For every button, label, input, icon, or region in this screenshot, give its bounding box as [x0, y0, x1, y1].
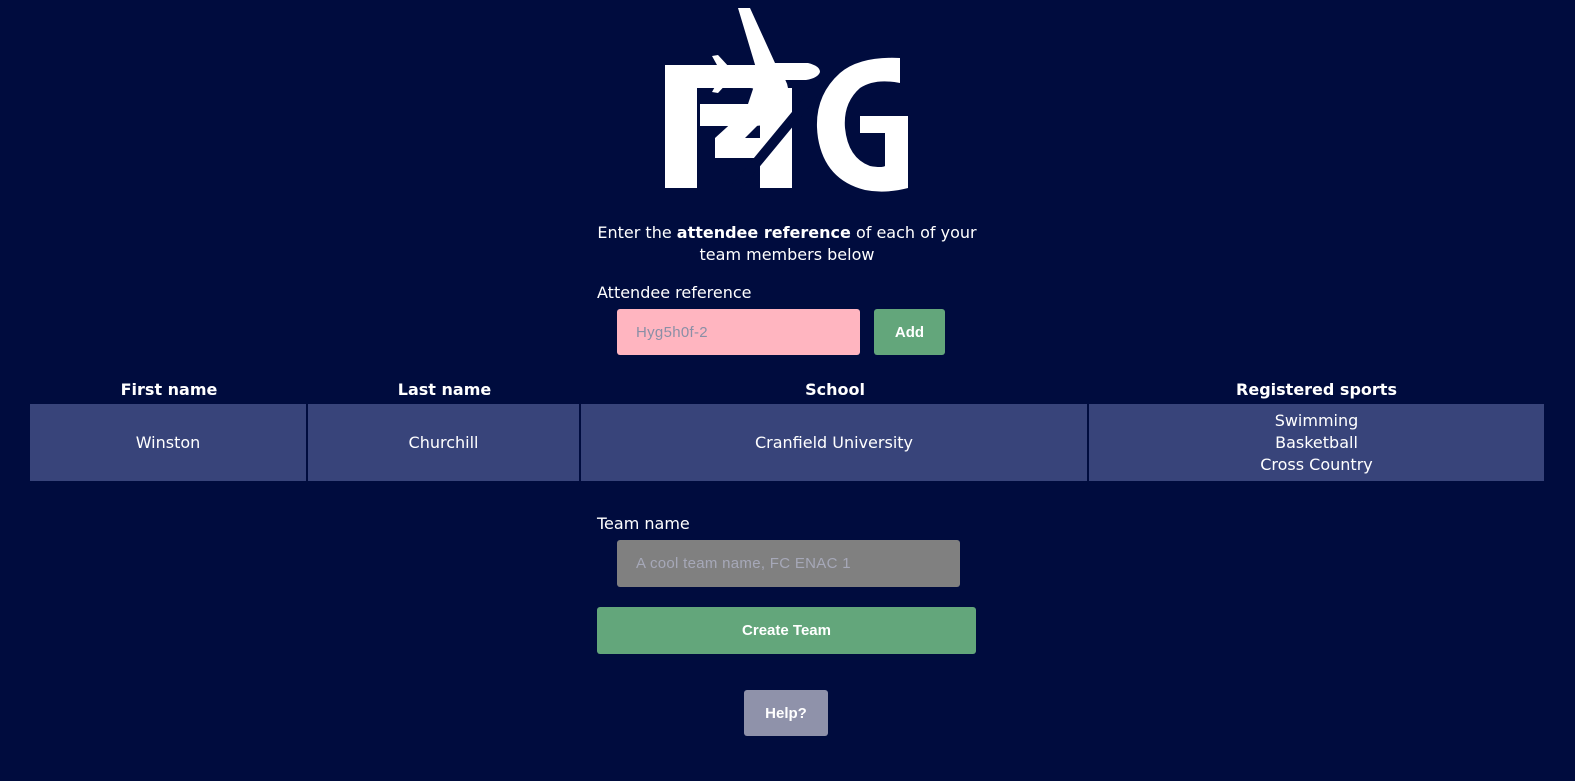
header-registered-sports: Registered sports — [1236, 379, 1397, 399]
attendee-reference-label: Attendee reference — [597, 283, 752, 302]
table-header: First name Last name School Registered s… — [30, 374, 1544, 404]
sport-item: Swimming — [1274, 410, 1359, 430]
create-team-button[interactable]: Create Team — [597, 607, 976, 654]
team-name-input[interactable]: A cool team name, FC ENAC 1 — [617, 540, 960, 587]
attendee-reference-input[interactable]: Hyg5h0f-2 — [617, 309, 860, 355]
team-members-table: First name Last name School Registered s… — [30, 374, 1544, 481]
table-row: Winston Churchill Cranfield University S… — [30, 404, 1544, 481]
p4g-logo — [665, 8, 908, 193]
header-last-name: Last name — [397, 379, 492, 399]
cell-first-name: Winston — [30, 404, 306, 481]
header-first-name: First name — [120, 379, 218, 399]
cell-last-name: Churchill — [308, 404, 579, 481]
cell-school: Cranfield University — [581, 404, 1087, 481]
help-button[interactable]: Help? — [744, 690, 828, 736]
sport-item: Basketball — [1275, 432, 1358, 452]
sport-item: Cross Country — [1260, 454, 1373, 474]
instructions-bold: attendee reference — [676, 223, 851, 242]
team-name-label: Team name — [597, 514, 690, 533]
add-button[interactable]: Add — [874, 309, 945, 355]
instructions-text: Enter the attendee reference of each of … — [597, 223, 977, 264]
page: Enter the attendee reference of each of … — [0, 0, 1575, 781]
header-school: School — [805, 379, 865, 399]
cell-registered-sports: Swimming Basketball Cross Country — [1089, 404, 1544, 481]
